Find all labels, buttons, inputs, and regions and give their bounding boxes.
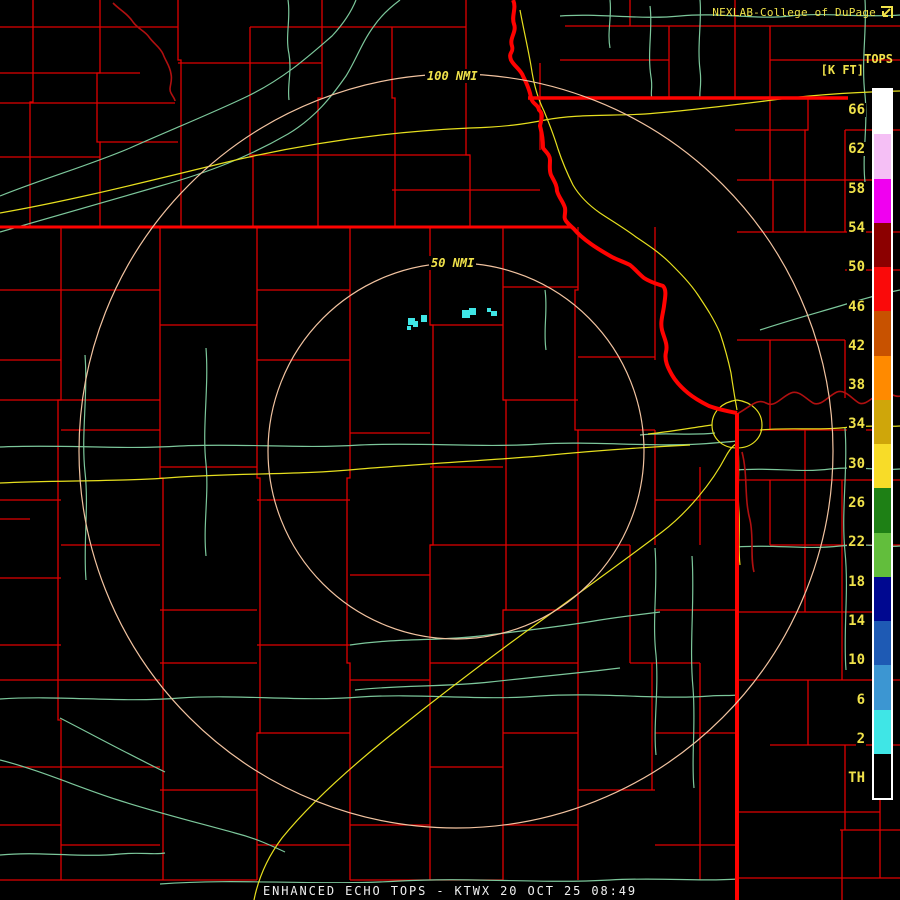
scale-units: [K FT] — [820, 63, 864, 77]
scale-tick-label: 34 — [847, 416, 866, 433]
scale-color-block — [874, 444, 891, 489]
scale-tick-label: 14 — [847, 612, 866, 629]
range-ring-label-100nmi: 100 NMI — [425, 69, 480, 83]
radar-echo — [413, 321, 418, 327]
range-rings-layer — [78, 73, 834, 829]
scale-tick-label: 62 — [847, 141, 866, 158]
scale-tick-label: 18 — [847, 573, 866, 590]
radar-map — [0, 0, 900, 900]
radar-echo — [469, 308, 476, 315]
cod-logo-icon — [881, 6, 893, 18]
scale-color-block — [874, 399, 891, 444]
scale-tick-label: 30 — [847, 455, 866, 472]
scale-tick-label: 6 — [855, 691, 866, 708]
scale-color-block — [874, 222, 891, 267]
radar-display: NEXLAB-College of DuPage TOPS [K FT] 66 6… — [0, 0, 900, 900]
scale-color-block — [874, 355, 891, 400]
scale-tick-label: 22 — [847, 534, 866, 551]
range-ring-label-50nmi: 50 NMI — [429, 256, 477, 270]
site-title: NEXLAB-College of DuPage — [712, 6, 876, 19]
scale-tick-label: 10 — [847, 652, 866, 669]
scale-tick-label: 2 — [855, 730, 866, 747]
scale-tick-label: TH — [847, 770, 866, 787]
scale-tick-label: 38 — [847, 377, 866, 394]
range-ring-100nmi — [78, 73, 834, 829]
scale-color-block — [874, 311, 891, 356]
radar-echo — [407, 326, 411, 330]
scale-color-block — [874, 665, 891, 710]
scale-title: TOPS — [864, 52, 893, 66]
radar-echo — [421, 315, 427, 322]
scale-color-block — [874, 178, 891, 223]
scale-color-block — [874, 267, 891, 312]
color-scale-bar — [872, 88, 893, 800]
product-caption: ENHANCED ECHO TOPS - KTWX 20 OCT 25 08:4… — [258, 883, 642, 899]
rivers-layer — [0, 0, 900, 885]
range-ring-50nmi — [267, 262, 645, 640]
scale-tick-label: 50 — [847, 259, 866, 276]
state-borders-layer — [0, 0, 848, 900]
scale-color-block — [874, 90, 891, 135]
scale-tick-label: 54 — [847, 219, 866, 236]
scale-color-block — [874, 532, 891, 577]
scale-tick-label: 66 — [847, 102, 866, 118]
scale-color-block — [874, 753, 891, 798]
scale-tick-label: 26 — [847, 495, 866, 511]
scale-tick-label: 58 — [847, 180, 866, 197]
scale-color-block — [874, 134, 891, 179]
radar-echo — [491, 311, 497, 316]
scale-tick-label: 46 — [847, 298, 866, 315]
scale-color-block — [874, 576, 891, 621]
scale-tick-label: 42 — [847, 337, 866, 354]
missouri-river-border — [508, 0, 738, 415]
scale-color-block — [874, 488, 891, 533]
county-boundaries-layer — [0, 0, 900, 900]
scale-color-block — [874, 709, 891, 754]
scale-color-block — [874, 621, 891, 666]
